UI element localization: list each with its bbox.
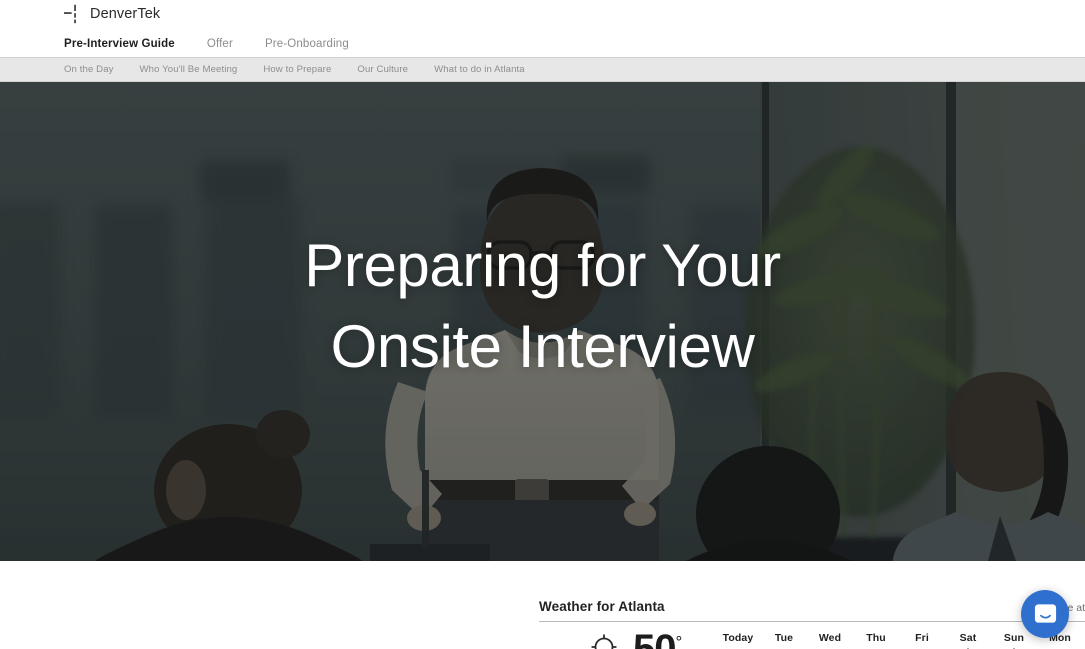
main-navigation: Pre-Interview Guide Offer Pre-Onboarding [64,38,381,50]
forecast-day-thu[interactable]: Thu [853,632,899,649]
sub-nav-item-on-the-day[interactable]: On the Day [64,64,114,75]
page-root: DenverTek Pre-Interview Guide Offer Pre-… [0,0,1085,649]
brand-name: DenverTek [90,6,161,22]
forecast-day-tue[interactable]: Tue [761,632,807,649]
page-title: Preparing for Your Onsite Interview [0,236,1085,377]
forecast-day-label: Sat [959,632,977,644]
sub-nav-item-who-youll-be-meeting[interactable]: Who You'll Be Meeting [140,64,238,75]
forecast-day-label: Fri [915,632,929,644]
weather-body: 50° Today Tue Wed Thu Fri Sat Sun Mon [539,622,1085,649]
forecast-day-today[interactable]: Today [715,632,761,649]
forecast-day-fri[interactable]: Fri [899,632,945,649]
sun-cloud-icon [591,634,617,649]
forecast-day-label: Today [722,632,754,644]
weather-widget: Weather for Atlanta More at 50° [539,599,1085,649]
chat-bubble-icon [1034,603,1056,623]
sub-nav-item-what-to-do-in-atlanta[interactable]: What to do in Atlanta [434,64,525,75]
hero-title-line-1: Preparing for Your [304,232,781,299]
site-header: DenverTek Pre-Interview Guide Offer Pre-… [0,0,1085,57]
current-temperature: 50° [633,627,683,649]
nav-item-pre-onboarding[interactable]: Pre-Onboarding [265,38,349,50]
weather-title: Weather for Atlanta [539,599,665,614]
weather-current-conditions: 50° [539,627,715,649]
chat-launcher-button[interactable] [1021,590,1069,638]
forecast-day-label: Sun [1003,632,1025,644]
section-sub-navigation: On the Day Who You'll Be Meeting How to … [0,57,1085,82]
below-hero-content: Weather for Atlanta More at 50° [0,561,1085,649]
forecast-day-label: Wed [818,632,842,644]
sub-nav-item-how-to-prepare[interactable]: How to Prepare [263,64,331,75]
forecast-day-label: Thu [866,632,886,644]
forecast-day-sat[interactable]: Sat [945,632,991,649]
nav-item-offer[interactable]: Offer [207,38,233,50]
hero-banner: Preparing for Your Onsite Interview [0,82,1085,561]
forecast-day-label: Tue [774,632,794,644]
brand-logo[interactable]: DenverTek [64,2,160,26]
weather-header: Weather for Atlanta More at [539,599,1085,621]
forecast-day-sun[interactable]: Sun [991,632,1037,649]
sub-nav-item-our-culture[interactable]: Our Culture [357,64,408,75]
weather-forecast-row: Today Tue Wed Thu Fri Sat Sun Mon [715,632,1085,649]
hero-title-line-2: Onsite Interview [330,313,755,380]
forecast-day-wed[interactable]: Wed [807,632,853,649]
nav-item-pre-interview-guide[interactable]: Pre-Interview Guide [64,38,175,50]
dash-dotted-line-logo-icon [64,4,76,24]
